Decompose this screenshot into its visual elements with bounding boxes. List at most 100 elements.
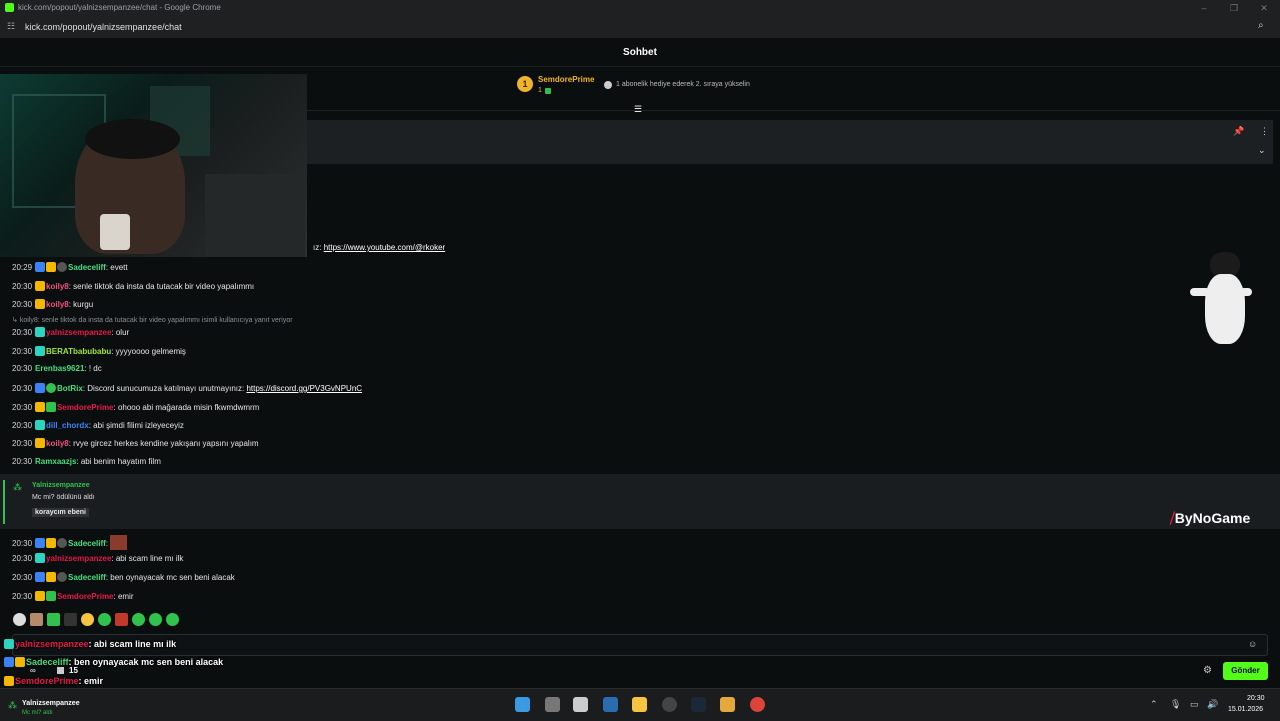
network-icon[interactable]: ▭ xyxy=(1190,699,1199,710)
emote-icon[interactable] xyxy=(47,613,60,626)
collapse-icon[interactable]: ☰ xyxy=(634,104,642,115)
chat-input[interactable]: ☺ xyxy=(12,634,1268,656)
chat-message[interactable]: 20:30 koily8: rvye gircez herkes kendine … xyxy=(12,438,259,448)
close-button[interactable]: ✕ xyxy=(1258,2,1270,14)
chat-title: Sohbet xyxy=(623,47,657,58)
windows-taskbar: ⁂ Yalnizsempanzee Mc mi? aldı ⌃ 🎙 ▭ 🔊 20… xyxy=(0,688,1280,721)
crown-badge-icon xyxy=(35,591,46,601)
minimize-button[interactable]: – xyxy=(1198,2,1210,14)
chrome-icon[interactable] xyxy=(750,697,765,712)
username[interactable]: koily8 xyxy=(46,439,69,448)
emote-quick-bar[interactable] xyxy=(13,613,183,628)
chat-message[interactable]: 20:30 Erenbas9621: ! dc xyxy=(12,364,102,373)
emote-icon[interactable] xyxy=(166,613,179,626)
notification-text: Mc mi? aldı xyxy=(22,710,53,716)
timestamp: 20:30 xyxy=(12,457,33,466)
chat-message[interactable]: 20:30 Sadeceliff: xyxy=(12,535,128,550)
username[interactable]: Erenbas9621 xyxy=(35,364,84,373)
restore-button[interactable]: ❐ xyxy=(1228,2,1240,14)
message-text: : abi benim hayatım film xyxy=(76,457,161,466)
emote-icon[interactable] xyxy=(81,613,94,626)
chat-message[interactable]: 20:30 koily8: senle tiktok da insta da tu… xyxy=(12,281,254,291)
site-info-icon[interactable]: ☷ xyxy=(7,21,15,32)
emote-icon[interactable] xyxy=(132,613,145,626)
chat-message[interactable]: 20:30 dill_chordx: abi şimdi filimi izley… xyxy=(12,420,184,430)
username[interactable]: Sadeceliff xyxy=(68,539,106,548)
chat-message[interactable]: 20:30 yalnizsempanzee: abi scam line mı i… xyxy=(12,553,183,563)
emoji-icon[interactable]: ☺ xyxy=(1248,639,1257,649)
chat-message[interactable]: 20:30 koily8: kurgu xyxy=(12,299,93,309)
pinned-message[interactable]: 📌 ⋮ ⌄ xyxy=(307,120,1273,164)
chat-message[interactable]: 20:30 yalnizsempanzee: olur xyxy=(12,327,129,337)
chat-message[interactable]: 20:29 Sadeceliff: evett xyxy=(12,262,128,272)
username[interactable]: SemdorePrime xyxy=(57,592,113,601)
chat-message[interactable]: 20:30 SemdorePrime: ohooo abi mağarada mi… xyxy=(12,402,259,412)
reward-user[interactable]: Yalnizsempanzee xyxy=(32,482,90,489)
username[interactable]: BERATbabubabu xyxy=(46,347,111,356)
username[interactable]: koily8 xyxy=(46,300,69,309)
avatar xyxy=(57,572,68,582)
chat-message[interactable]: 20:30 Sadeceliff: ben oynayacak mc sen be… xyxy=(12,572,235,582)
username[interactable]: dill_chordx xyxy=(46,421,89,430)
emote-icon[interactable] xyxy=(13,613,26,626)
username[interactable]: koily8 xyxy=(46,282,69,291)
clock-date[interactable]: 15.01.2026 xyxy=(1228,706,1263,713)
crown-badge-icon xyxy=(35,438,46,448)
media-player-icon[interactable] xyxy=(720,697,735,712)
emote-icon[interactable] xyxy=(98,613,111,626)
timestamp: 20:30 xyxy=(12,573,33,582)
emote-icon[interactable] xyxy=(30,613,43,626)
discord-link[interactable]: https://discord.gg/PV3GvNPUnC xyxy=(246,384,362,393)
chat-message[interactable]: 20:30 BERATbabubabu: yyyyoooo gelmemiş xyxy=(12,346,186,356)
message-text: : ! dc xyxy=(84,364,102,373)
emote-icon[interactable] xyxy=(115,613,128,626)
pin-icon[interactable]: 📌 xyxy=(1233,126,1244,137)
crown-badge-icon xyxy=(46,572,57,582)
chat-message[interactable]: 20:30 SemdorePrime: emir xyxy=(12,591,134,601)
username[interactable]: Sadeceliff xyxy=(68,573,106,582)
tray-overflow-icon[interactable]: ⌃ xyxy=(1150,699,1158,710)
steam-icon[interactable] xyxy=(691,697,706,712)
headset xyxy=(85,119,180,159)
task-view-icon[interactable] xyxy=(545,697,560,712)
microphone-icon[interactable]: 🎙 xyxy=(1170,699,1181,710)
username[interactable]: Ramxaazjs xyxy=(35,457,76,466)
username[interactable]: SemdorePrime xyxy=(57,403,113,412)
chat-message[interactable]: 20:30 BotRix: Discord sunucumuza katılmay… xyxy=(12,383,362,393)
username[interactable]: BotRix xyxy=(57,384,83,393)
username[interactable]: yalnizsempanzee xyxy=(46,554,111,563)
avatar xyxy=(57,538,68,548)
address-bar[interactable]: ☷ kick.com/popout/yalnizsempanzee/chat ⌕ xyxy=(0,16,1280,39)
clock-time[interactable]: 20:30 xyxy=(1247,695,1265,702)
url-text[interactable]: kick.com/popout/yalnizsempanzee/chat xyxy=(25,22,182,32)
settings-gear-icon[interactable]: ⚙ xyxy=(1203,665,1212,676)
notification-user[interactable]: Yalnizsempanzee xyxy=(22,700,80,707)
gifter-hint: 1 abonelik hediye ederek 2. sıraya yükse… xyxy=(616,81,750,88)
chat-message[interactable]: 20:30 Ramxaazjs: abi benim hayatım film xyxy=(12,457,161,466)
obs-icon[interactable] xyxy=(662,697,677,712)
emote-icon[interactable] xyxy=(64,613,77,626)
crown-badge-icon xyxy=(35,299,46,309)
message-text: : olur xyxy=(111,328,130,337)
message-text: : evett xyxy=(105,263,128,272)
youtube-link[interactable]: https://www.youtube.com/@rkoker xyxy=(324,243,446,252)
message-text: : kurgu xyxy=(68,300,94,309)
emote-icon[interactable] xyxy=(149,613,162,626)
file-explorer-icon[interactable] xyxy=(632,697,647,712)
store-icon[interactable] xyxy=(603,697,618,712)
username[interactable]: Sadeceliff xyxy=(68,263,106,272)
chevron-down-icon[interactable]: ⌄ xyxy=(1258,145,1266,156)
reply-context[interactable]: ↳ koily8: senle tiktok da insta da tutac… xyxy=(12,316,293,324)
timestamp: 20:30 xyxy=(12,592,33,601)
message-text: : abi scam line mı ilk xyxy=(111,554,184,563)
volume-icon[interactable]: 🔊 xyxy=(1207,699,1218,710)
zoom-icon[interactable]: ⌕ xyxy=(1258,20,1264,31)
snipping-tool-icon[interactable] xyxy=(573,697,588,712)
username[interactable]: yalnizsempanzee xyxy=(46,328,111,337)
crown-badge-icon xyxy=(15,657,25,667)
send-button[interactable]: Gönder xyxy=(1223,662,1268,680)
start-icon[interactable] xyxy=(515,697,530,712)
more-icon[interactable]: ⋮ xyxy=(1260,126,1269,137)
youtube-prefix: ız: xyxy=(313,243,322,252)
top-gifter-name[interactable]: SemdorePrime xyxy=(538,75,594,84)
